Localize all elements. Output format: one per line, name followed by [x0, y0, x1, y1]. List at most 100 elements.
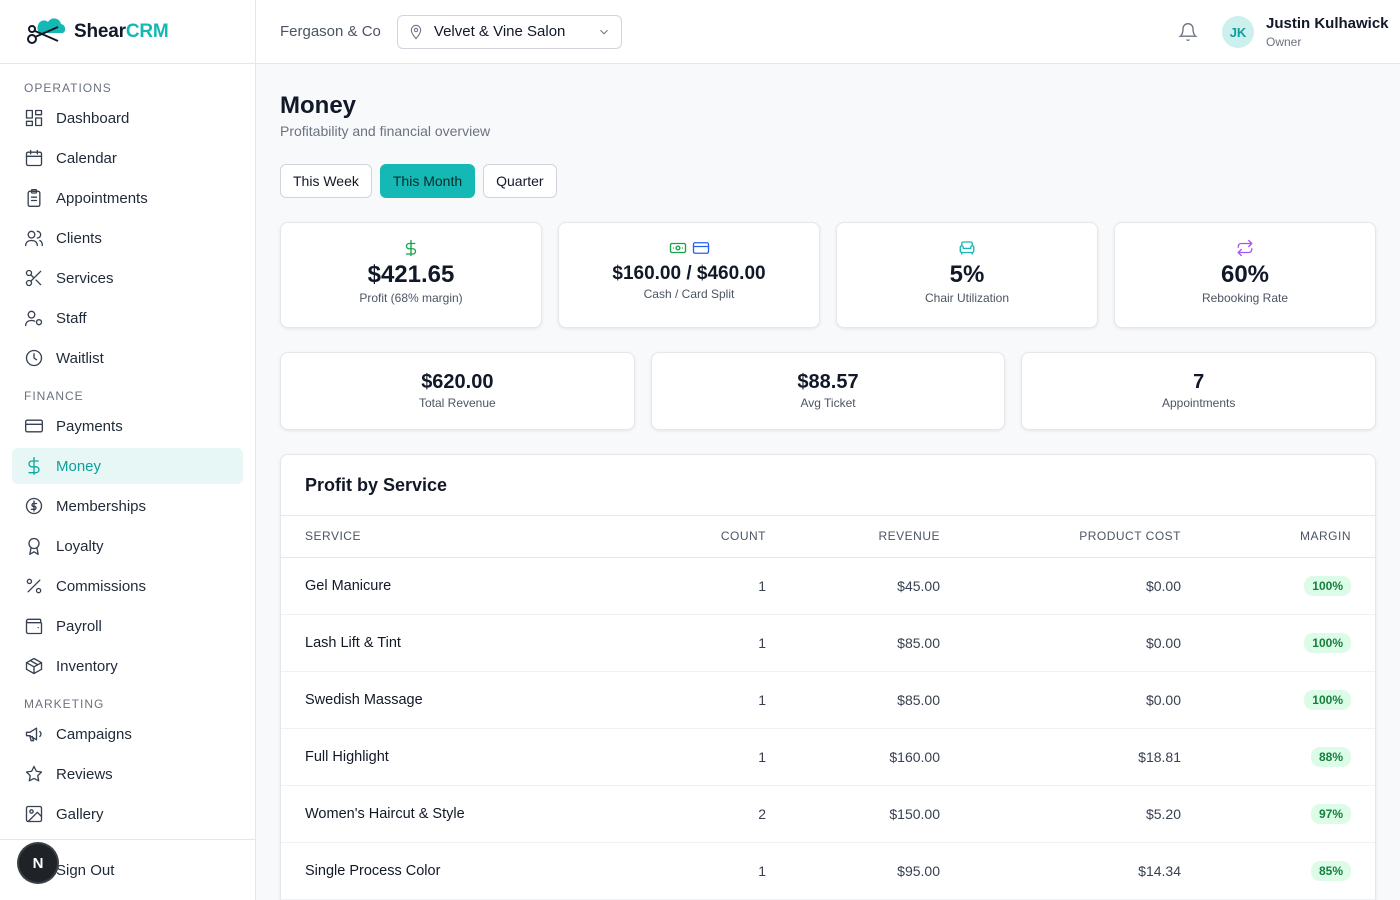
stat-value: $160.00 / $460.00	[612, 263, 766, 284]
tab-this-month[interactable]: This Month	[379, 164, 476, 198]
table-row[interactable]: Gel Manicure 1 $45.00 $0.00 100%	[281, 557, 1375, 614]
stat-label: Rebooking Rate	[1201, 291, 1289, 305]
sidebar-item-memberships[interactable]: Memberships	[12, 488, 243, 524]
cell-count: 1	[758, 691, 766, 708]
sidebar-item-label: Payments	[56, 417, 123, 435]
stat-label: Chair Utilization	[924, 291, 1010, 305]
margin-badge: 100%	[1304, 689, 1351, 710]
user-cog-icon	[25, 310, 43, 327]
stat-label: Avg Ticket	[800, 396, 856, 410]
sidebar-nav: OPERATIONS Dashboard Calendar Appointmen…	[0, 64, 255, 832]
column-header-product-cost: Product Cost	[1079, 529, 1181, 544]
table-row[interactable]: Single Process Color 1 $95.00 $14.34 85%	[281, 842, 1375, 899]
profit-table: Service Count Revenue Product Cost Margi…	[281, 516, 1375, 900]
brand-name-accent: CRM	[125, 20, 169, 42]
map-pin-icon	[410, 24, 422, 39]
sign-out-button[interactable]: Sign Out	[0, 862, 114, 879]
sidebar-footer: N Sign Out	[0, 839, 255, 900]
stat-value: $88.57	[797, 371, 859, 393]
clock-icon	[25, 349, 43, 367]
sidebar-item-label: Calendar	[56, 149, 117, 167]
dollar-icon	[405, 239, 417, 257]
stat-card-total-revenue: $620.00 Total Revenue	[280, 352, 635, 430]
profit-by-service-card: Profit by Service Service Count Revenue …	[280, 454, 1376, 900]
sidebar-item-label: Waitlist	[56, 349, 104, 367]
location-select-value: Velvet & Vine Salon	[433, 23, 566, 40]
cell-product-cost: $0.00	[1145, 577, 1181, 594]
sidebar-item-reviews[interactable]: Reviews	[12, 756, 243, 792]
sidebar-item-payroll[interactable]: Payroll	[12, 608, 243, 644]
cell-revenue: $160.00	[889, 748, 940, 765]
n-badge[interactable]: N	[19, 844, 57, 882]
sidebar-item-label: Staff	[56, 309, 87, 327]
stat-value: 7	[1193, 371, 1205, 393]
cell-revenue: $95.00	[897, 862, 940, 879]
sidebar-item-commissions[interactable]: Commissions	[12, 568, 243, 604]
cell-service: Lash Lift & Tint	[305, 634, 401, 651]
sidebar-item-label: Payroll	[56, 617, 102, 635]
sidebar-item-money[interactable]: Money	[12, 448, 243, 484]
avatar[interactable]: JK	[1222, 16, 1254, 48]
sidebar-item-clients[interactable]: Clients	[12, 220, 243, 256]
sidebar-item-label: Dashboard	[56, 109, 130, 127]
location-select[interactable]: Velvet & Vine Salon	[396, 14, 622, 49]
stat-label: Total Revenue	[418, 396, 496, 410]
stat-value: 60%	[1220, 261, 1270, 288]
sidebar-item-calendar[interactable]: Calendar	[12, 140, 243, 176]
tab-quarter[interactable]: Quarter	[483, 164, 557, 198]
sidebar-item-label: Clients	[56, 229, 102, 247]
date-range-tabs: This Week This Month Quarter	[280, 164, 557, 198]
grid-icon	[25, 109, 43, 127]
cell-revenue: $85.00	[897, 691, 940, 708]
sidebar-item-gallery[interactable]: Gallery	[12, 796, 243, 832]
table-row[interactable]: Full Highlight 1 $160.00 $18.81 88%	[281, 728, 1375, 785]
sidebar-item-label: Services	[56, 269, 114, 287]
sidebar-item-label: Inventory	[56, 657, 118, 675]
primary-stats: $421.65 Profit (68% margin) $160.00 / $4…	[280, 222, 1376, 328]
sidebar-item-payments[interactable]: Payments	[12, 408, 243, 444]
column-header-service: Service	[305, 529, 361, 544]
sidebar-item-label: Campaigns	[56, 725, 132, 743]
sidebar-item-label: Money	[56, 457, 102, 475]
table-row[interactable]: Lash Lift & Tint 1 $85.00 $0.00 100%	[281, 614, 1375, 671]
table-header-row: Service Count Revenue Product Cost Margi…	[281, 516, 1375, 557]
margin-badge: 88%	[1310, 746, 1351, 767]
cell-product-cost: $14.34	[1138, 862, 1181, 879]
sidebar-item-services[interactable]: Services	[12, 260, 243, 296]
cell-revenue: $85.00	[897, 634, 940, 651]
bell-icon[interactable]	[1178, 22, 1198, 42]
credit-card-icon	[692, 242, 709, 254]
sidebar-item-label: Loyalty	[56, 537, 104, 555]
sidebar-item-label: Appointments	[56, 189, 148, 207]
scissors-icon	[25, 269, 42, 287]
table-row[interactable]: Women's Haircut & Style 2 $150.00 $5.20 …	[281, 785, 1375, 842]
organization-name: Fergason & Co	[280, 23, 381, 40]
column-header-count: Count	[720, 529, 766, 544]
sidebar-item-inventory[interactable]: Inventory	[12, 648, 243, 684]
sidebar-item-waitlist[interactable]: Waitlist	[12, 340, 243, 376]
cell-count: 1	[758, 577, 766, 594]
percent-icon	[26, 578, 42, 594]
calendar-icon	[25, 149, 43, 167]
brand-name: Shear	[74, 20, 126, 42]
sidebar-item-appointments[interactable]: Appointments	[12, 180, 243, 216]
sidebar-item-loyalty[interactable]: Loyalty	[12, 528, 243, 564]
page-title: Money	[280, 92, 357, 119]
column-header-margin: Margin	[1300, 529, 1351, 544]
table-row[interactable]: Swedish Massage 1 $85.00 $0.00 100%	[281, 671, 1375, 728]
table-title: Profit by Service	[281, 455, 1375, 516]
coin-icon	[25, 497, 43, 515]
stat-card-rebooking-rate: 60% Rebooking Rate	[1114, 222, 1376, 328]
dollar-icon	[28, 457, 40, 475]
user-role: Owner	[1266, 35, 1302, 49]
sidebar-item-label: Gallery	[56, 805, 104, 823]
sidebar-item-dashboard[interactable]: Dashboard	[12, 100, 243, 136]
stat-card-profit: $421.65 Profit (68% margin)	[280, 222, 542, 328]
sidebar-item-campaigns[interactable]: Campaigns	[12, 716, 243, 752]
brand[interactable]: ShearCRM	[0, 0, 255, 64]
tab-this-week[interactable]: This Week	[280, 164, 372, 198]
sidebar-item-staff[interactable]: Staff	[12, 300, 243, 336]
cell-service: Swedish Massage	[305, 691, 423, 708]
nav-section-title: OPERATIONS	[24, 81, 112, 95]
cell-product-cost: $0.00	[1145, 634, 1181, 651]
